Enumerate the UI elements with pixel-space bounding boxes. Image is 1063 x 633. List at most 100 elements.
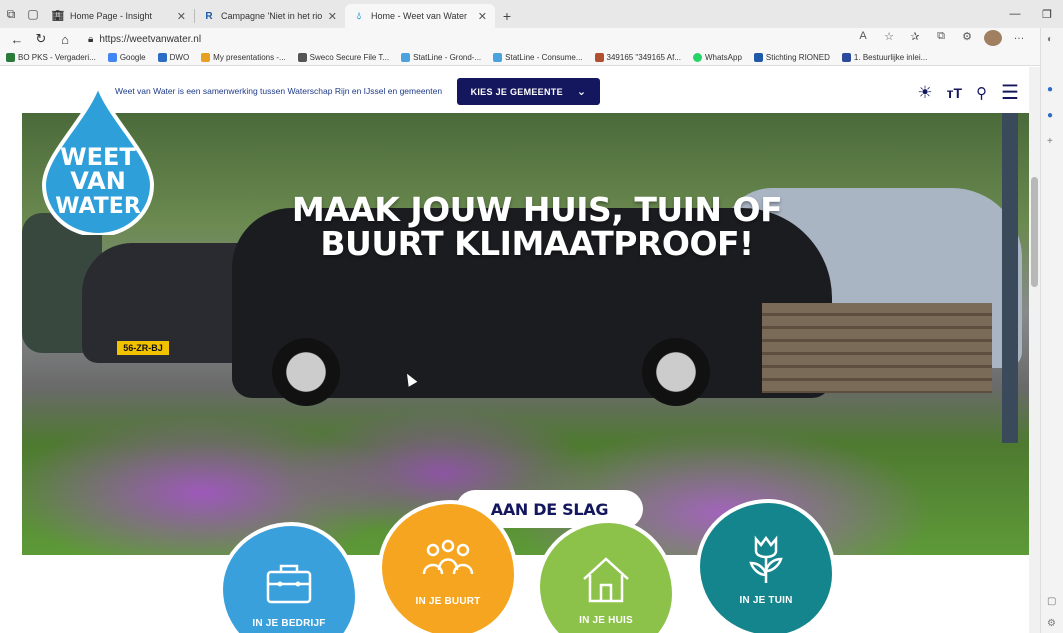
bookmark-item[interactable]: Stichting RIONED — [753, 53, 830, 62]
bookmark-label: 349165 "349165 Af... — [606, 53, 681, 62]
browser-tab[interactable]: R Campagne 'Niet in het riool' - RI ✕ — [195, 4, 345, 28]
avatar[interactable] — [984, 29, 1002, 49]
logo-text-line: VAN — [70, 167, 126, 195]
house-icon — [583, 556, 629, 602]
bookmark-label: 1. Bestuurlijke inlei... — [853, 53, 928, 62]
bookmark-item[interactable]: StatLine - Consume... — [493, 53, 583, 62]
lock-icon: 🔒︎ — [88, 33, 94, 45]
hero-photo-wheel — [642, 338, 710, 406]
chart-icon — [201, 53, 211, 62]
weet-van-water-logo[interactable]: WEET VAN WATER — [40, 85, 156, 235]
more-menu-icon[interactable]: … — [1010, 30, 1028, 49]
page-viewport: Weet van Water is een samenwerking tusse… — [0, 67, 1040, 633]
restore-icon[interactable]: ❐ — [1031, 0, 1063, 28]
layout-icon[interactable]: ▢ — [1047, 596, 1056, 607]
tab-title: Home Page - Insight — [70, 11, 153, 21]
hero-title: MAAK JOUW HUIS, TUIN OF BUURT KLIMAATPRO… — [291, 190, 783, 263]
bookmark-label: StatLine - Grond-... — [413, 53, 482, 62]
bookmark-item[interactable]: BO PKS - Vergaderi... — [6, 53, 96, 62]
bookmark-label: My presentations -... — [213, 53, 286, 62]
license-plate: 56-ZR-BJ — [117, 341, 169, 355]
category-tuin[interactable]: IN JE TUIN — [700, 503, 832, 633]
bookmark-item[interactable]: Google — [107, 53, 146, 62]
address-field[interactable]: 🔒︎ https://weetvanwater.nl — [78, 30, 852, 48]
search-icon[interactable]: ⚲ — [976, 84, 987, 102]
category-label: IN JE BUURT — [415, 595, 481, 607]
bookmark-label: StatLine - Consume... — [505, 53, 583, 62]
read-aloud-icon[interactable]: A — [854, 30, 872, 49]
intro-text: Weet van Water is een samenwerking tusse… — [115, 86, 443, 96]
collections-icon[interactable]: ⧉ — [932, 30, 950, 49]
whatsapp-icon — [692, 53, 702, 62]
outlook-icon[interactable]: ● — [1047, 110, 1053, 121]
new-tab-button[interactable]: + — [495, 4, 519, 28]
page-scrollbar[interactable] — [1029, 67, 1040, 633]
bookmark-label: WhatsApp — [704, 53, 742, 62]
people-icon — [422, 539, 474, 574]
bookmarks-bar: BO PKS - Vergaderi... Google DWO My pres… — [0, 50, 1040, 66]
choose-municipality-button[interactable]: KIES JE GEMEENTE ⌄ — [457, 78, 600, 105]
bookmark-label: BO PKS - Vergaderi... — [18, 53, 96, 62]
text-size-icon[interactable]: ᴛT — [947, 85, 962, 101]
add-icon[interactable]: + — [1047, 136, 1053, 147]
R-icon: R — [205, 10, 213, 22]
scrollbar-thumb[interactable] — [1031, 177, 1038, 287]
toolbar-icons: A ☆ ✰ ⧉ ⚙ … — [854, 29, 1034, 49]
bookmark-icon — [493, 53, 503, 62]
menu-icon[interactable]: ☰ — [1001, 80, 1019, 105]
refresh-button[interactable]: ↻ — [30, 29, 52, 49]
bookmark-item[interactable]: 349165 "349165 Af... — [594, 53, 681, 62]
bookmark-label: Sweco Secure File T... — [309, 53, 390, 62]
url-text: https://weetvanwater.nl — [99, 33, 202, 45]
close-icon[interactable]: ✕ — [328, 10, 337, 23]
bookmark-item[interactable]: My presentations -... — [201, 53, 286, 62]
extensions-icon[interactable]: ⚙ — [958, 30, 976, 49]
favorite-star-icon[interactable]: ☆ — [880, 30, 898, 49]
water-drop-icon: 💧︎ — [357, 10, 361, 22]
hero-banner: 56-ZR-BJ MAAK JOUW HUIS, TUIN OF BUURT K… — [22, 113, 1029, 555]
bookmark-icon — [594, 53, 604, 62]
window-controls: — ❐ — [999, 0, 1063, 28]
chevron-down-icon: ⌄ — [576, 86, 587, 98]
close-icon[interactable]: ✕ — [177, 10, 186, 23]
browser-tab[interactable]: 🏢︎ Home Page - Insight ✕ — [44, 4, 194, 28]
settings-icon[interactable]: ⚙ — [1047, 618, 1056, 629]
hero-photo-pole — [1002, 113, 1018, 443]
header-icons: ☀ ᴛT ⚲ ☰ — [917, 80, 1019, 105]
hero-photo-tiles — [762, 303, 992, 393]
building-icon: 🏢︎ — [51, 10, 65, 22]
workspaces-icon[interactable]: ⧉ — [0, 0, 22, 28]
category-label: IN JE TUIN — [739, 594, 793, 606]
close-icon[interactable]: ✕ — [478, 10, 487, 23]
bookmark-icon — [6, 53, 15, 62]
bookmark-item[interactable]: DWO — [157, 53, 190, 62]
favorites-icon[interactable]: ✰ — [906, 30, 924, 49]
category-label: IN JE BEDRIJF — [252, 617, 326, 629]
bookmark-label: Stichting RIONED — [765, 53, 830, 62]
kies-label: KIES JE GEMEENTE — [470, 86, 563, 97]
briefcase-icon — [266, 564, 312, 603]
category-buurt[interactable]: IN JE BUURT — [382, 504, 514, 633]
bookmark-item[interactable]: 1. Bestuurlijke inlei... — [841, 53, 928, 62]
minimize-icon[interactable]: — — [999, 0, 1031, 28]
tab-actions-icon[interactable]: ▢ — [22, 0, 44, 28]
bookmark-icon — [157, 53, 167, 62]
bookmark-label: DWO — [169, 53, 190, 62]
sun-icon[interactable]: ☀ — [917, 83, 932, 103]
google-icon — [107, 53, 117, 62]
tab-title: Home - Weet van Water — [371, 11, 468, 21]
bookmark-item[interactable]: WhatsApp — [692, 53, 742, 62]
bookmark-item[interactable]: Sweco Secure File T... — [297, 53, 390, 62]
browser-tab-active[interactable]: 💧︎ Home - Weet van Water ✕ — [345, 4, 495, 28]
bookmark-icon — [401, 53, 411, 62]
R-icon — [753, 53, 763, 62]
browser-tabstrip: ⧉ ▢ 🏢︎ Home Page - Insight ✕ R Campagne … — [0, 0, 1063, 28]
back-button[interactable]: ← — [6, 29, 28, 49]
sidebar-app-icon[interactable]: ● — [1047, 84, 1053, 95]
tab-title: Campagne 'Niet in het riool' - RI — [221, 11, 322, 21]
tulip-icon — [749, 535, 783, 583]
bing-icon[interactable]: ◐ — [1047, 34, 1053, 45]
bookmark-item[interactable]: StatLine - Grond-... — [401, 53, 481, 62]
home-button[interactable]: ⌂ — [54, 29, 76, 49]
category-label: IN JE HUIS — [579, 614, 633, 626]
